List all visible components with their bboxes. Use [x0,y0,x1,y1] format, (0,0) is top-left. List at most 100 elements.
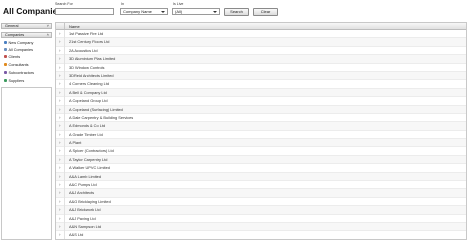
expand-row-icon[interactable]: › [59,31,61,37]
expand-icon[interactable]: ˅ [47,24,49,28]
search-input[interactable] [55,8,114,15]
company-name-cell[interactable]: A Walker UPVC Limited [69,165,110,171]
expand-row-icon[interactable]: › [59,207,61,213]
expand-row-icon[interactable]: › [59,90,61,96]
table-row[interactable]: › A Spicer (Contractors) Ltd [56,147,466,156]
table-row[interactable]: › A Edmonds & Co Ltd [56,122,466,131]
company-name-cell[interactable]: 3DReid Architects Limited [69,73,114,79]
company-name-cell[interactable]: 21st Century Floors Ltd [69,39,109,45]
expand-row-icon[interactable]: › [59,224,61,230]
company-name-cell[interactable]: A&J Paving Ltd [69,216,96,222]
company-name-cell[interactable]: A&G Bricklaying Limited [69,199,111,205]
table-row[interactable]: › A Copeland Group Ltd [56,97,466,106]
is-live-label: Is Live [173,2,184,6]
company-name-cell[interactable]: A&J Architects [69,190,94,196]
table-row[interactable]: › 2A Acoustics Ltd [56,46,466,56]
expand-row-icon[interactable]: › [59,182,61,188]
expand-row-icon[interactable]: › [59,199,61,205]
company-name-cell[interactable]: 4 Corners Cleaning Ltd [69,81,109,87]
expand-row-icon[interactable]: › [59,157,61,163]
company-name-cell[interactable]: A&S Ltd [69,232,83,238]
expand-row-icon[interactable]: › [59,39,61,45]
expand-row-icon[interactable]: › [59,174,61,180]
company-name-cell[interactable]: A&N Sampson Ltd [69,224,101,230]
company-name-cell[interactable]: A Copeland (Surfacing) Limited [69,107,123,113]
expand-row-icon[interactable]: › [59,165,61,171]
company-name-cell[interactable]: A Taylor Carpentry Ltd [69,157,107,163]
company-name-cell[interactable]: 3D Aluminium Plas Limited [69,56,115,62]
table-row[interactable]: › 4 Corners Cleaning Ltd [56,80,466,89]
table-row[interactable]: › A Bell & Company Ltd [56,88,466,98]
expand-row-icon[interactable]: › [59,48,61,54]
subcontractor-icon [4,71,7,75]
sidebar-item-new-company[interactable]: New Company [4,41,33,46]
table-row[interactable]: › A Dale Carpentry & Building Services [56,113,466,123]
table-row[interactable]: › A&J Architects [56,189,466,198]
expand-row-icon[interactable]: › [59,140,61,146]
expand-row-icon[interactable]: › [59,123,61,129]
column-header-name[interactable]: Name [69,24,80,29]
table-row[interactable]: › A&A Lamb Limited [56,172,466,182]
clear-button[interactable]: Clear [253,8,278,16]
expand-row-icon[interactable]: › [59,216,61,222]
expand-row-icon[interactable]: › [59,232,61,238]
companies-panel-header[interactable]: Companies ˄ [1,32,52,38]
company-name-cell[interactable]: A Spicer (Contractors) Ltd [69,148,114,154]
table-row[interactable]: › A Walker UPVC Limited [56,164,466,173]
table-row[interactable]: › 21st Century Floors Ltd [56,38,466,47]
table-row[interactable]: › A Taylor Carpentry Ltd [56,155,466,165]
table-row[interactable]: › A&G Bricklaying Limited [56,197,466,207]
search-in-select[interactable]: Company Name [120,8,168,15]
sidebar-item-label: Suppliers [8,79,25,83]
table-row[interactable]: › A Grade Timber Ltd [56,130,466,140]
company-name-cell[interactable]: A Plant [69,140,81,146]
sidebar-item-subcontractors[interactable]: Subcontractors [4,71,34,76]
table-row[interactable]: › 3D Window Controls [56,63,466,72]
general-panel-label: General [5,24,19,28]
company-name-cell[interactable]: A&J Brickwork Ltd [69,207,101,213]
sidebar-item-clients[interactable]: Clients [4,55,20,60]
company-name-cell[interactable]: 2A Acoustics Ltd [69,48,98,54]
company-name-cell[interactable]: 1st Passive Fire Ltd [69,31,103,37]
supplier-icon [4,79,7,83]
table-row[interactable]: › A&C Pumps Ltd [56,181,466,190]
column-divider [64,231,65,239]
company-name-cell[interactable]: A&C Pumps Ltd [69,182,97,188]
sidebar-item-suppliers[interactable]: Suppliers [4,79,24,84]
expand-row-icon[interactable]: › [59,98,61,104]
expand-row-icon[interactable]: › [59,56,61,62]
expand-row-icon[interactable]: › [59,190,61,196]
table-row[interactable]: › 3D Aluminium Plas Limited [56,55,466,64]
expand-row-icon[interactable]: › [59,148,61,154]
company-name-cell[interactable]: A Edmonds & Co Ltd [69,123,105,129]
company-name-cell[interactable]: A Bell & Company Ltd [69,90,107,96]
collapse-icon[interactable]: ˄ [47,33,49,37]
is-live-select[interactable]: (All) [172,8,220,15]
company-name-cell[interactable]: A Dale Carpentry & Building Services [69,115,133,121]
table-row[interactable]: › A&N Sampson Ltd [56,222,466,232]
expand-row-icon[interactable]: › [59,81,61,87]
expand-row-icon[interactable]: › [59,132,61,138]
page-title: All Companies [3,6,63,16]
table-row[interactable]: › A&S Ltd [56,231,466,239]
company-name-cell[interactable]: A Copeland Group Ltd [69,98,108,104]
expand-row-icon[interactable]: › [59,107,61,113]
general-panel-header[interactable]: General ˅ [1,23,52,29]
table-row[interactable]: › A&J Brickwork Ltd [56,206,466,215]
company-name-cell[interactable]: A Grade Timber Ltd [69,132,103,138]
table-row[interactable]: › 3DReid Architects Limited [56,71,466,81]
expand-row-icon[interactable]: › [59,65,61,71]
expand-row-icon[interactable]: › [59,73,61,79]
table-row[interactable]: › A Plant [56,139,466,148]
sidebar: General ˅ Companies ˄ New Company All Co… [0,22,53,240]
table-row[interactable]: › A Copeland (Surfacing) Limited [56,105,466,114]
sidebar-item-all-companies[interactable]: All Companies [4,48,33,53]
table-row[interactable]: › A&J Paving Ltd [56,214,466,223]
expand-row-icon[interactable]: › [59,115,61,121]
sidebar-item-consultants[interactable]: Consultants [4,63,29,68]
search-button[interactable]: Search [224,8,249,16]
column-divider [64,122,65,131]
table-row[interactable]: › 1st Passive Fire Ltd [56,30,466,39]
company-name-cell[interactable]: A&A Lamb Limited [69,174,101,180]
company-name-cell[interactable]: 3D Window Controls [69,65,104,71]
